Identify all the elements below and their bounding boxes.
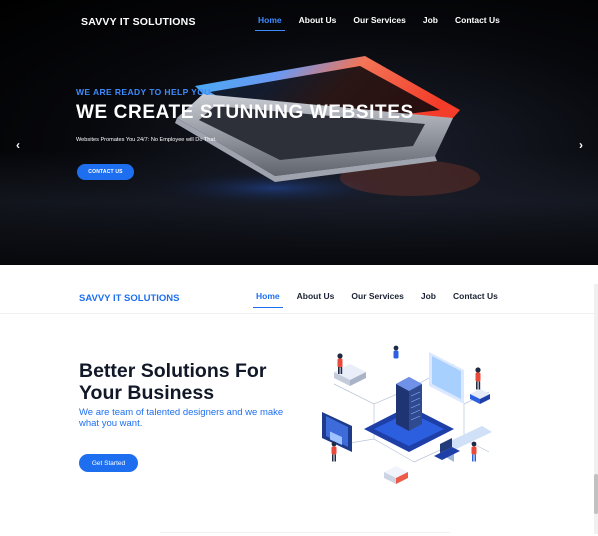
hero-subtitle: Websites Promates You 24/7: No Employee … [76,137,217,143]
nav-contact-us[interactable]: Contact Us [453,291,498,308]
nav-job[interactable]: Job [423,15,438,31]
brand-logo[interactable]: SAVVY IT SOLUTIONS [81,16,196,28]
brand-logo-light[interactable]: SAVVY IT SOLUTIONS [79,293,179,304]
nav-contact-us[interactable]: Contact Us [455,15,500,31]
nav-job[interactable]: Job [421,291,436,308]
isometric-office-illustration [322,345,492,484]
nav-our-services[interactable]: Our Services [353,15,405,31]
hero-kicker: WE ARE READY TO HELP YOU [76,87,211,97]
nav-about-us[interactable]: About Us [299,15,337,31]
page-scrollbar[interactable] [594,284,598,534]
sticky-navbar: SAVVY IT SOLUTIONS Home About Us Our Ser… [0,278,598,314]
laptop-image [155,56,480,208]
main-menu-light: Home About Us Our Services Job Contact U… [253,291,515,308]
hero-title: WE CREATE STUNNING WEBSITES [76,102,414,123]
nav-our-services[interactable]: Our Services [351,291,403,308]
nav-home[interactable]: Home [253,291,283,308]
section-subtitle: We are team of talented designers and we… [79,407,284,429]
hero-slider: SAVVY IT SOLUTIONS Home About Us Our Ser… [0,0,598,265]
top-navbar: SAVVY IT SOLUTIONS Home About Us Our Ser… [0,0,598,40]
contact-us-button[interactable]: CONTACT US [77,164,134,180]
section-divider [160,532,450,533]
scrollbar-thumb[interactable] [594,474,598,514]
chevron-right-icon[interactable]: › [576,138,586,152]
nav-home[interactable]: Home [255,15,285,31]
chevron-left-icon[interactable]: ‹ [13,138,23,152]
section-title: Better Solutions For Your Business [79,360,267,404]
hero-section-light: SAVVY IT SOLUTIONS Home About Us Our Ser… [0,278,598,536]
nav-about-us[interactable]: About Us [297,291,335,308]
get-started-button[interactable]: Get Started [79,454,138,472]
main-menu: Home About Us Our Services Job Contact U… [255,15,517,31]
